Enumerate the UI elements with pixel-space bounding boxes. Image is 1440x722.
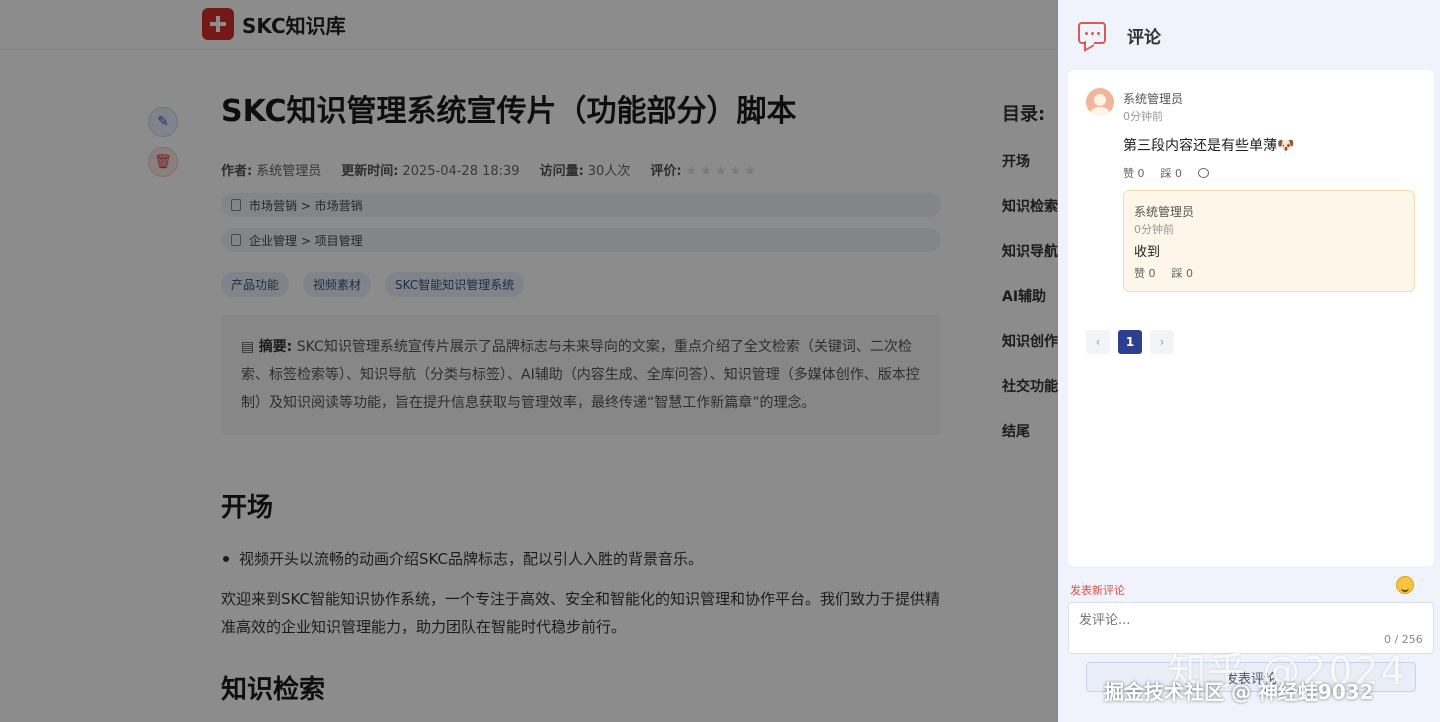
comment-actions: 赞 0 踩 0: [1123, 165, 1209, 181]
reply-item: 系统管理员 0分钟前 收到 赞 0 踩 0: [1123, 190, 1415, 292]
like-button[interactable]: 赞 0: [1123, 165, 1145, 181]
reply-actions: 赞 0 踩 0: [1134, 265, 1193, 281]
reply-time: 0分钟前: [1134, 223, 1174, 236]
reply-icon[interactable]: [1198, 168, 1209, 178]
dislike-button[interactable]: 踩 0: [1161, 165, 1183, 181]
comment-drawer: 评论 系统管理员 0分钟前 第三段内容还是有些单薄🐶 赞 0 踩 0 系统管理员…: [1058, 0, 1440, 722]
modal-overlay[interactable]: [0, 0, 1058, 722]
next-page-button[interactable]: ›: [1150, 330, 1174, 354]
comment-list: 系统管理员 0分钟前 第三段内容还是有些单薄🐶 赞 0 踩 0 系统管理员 0分…: [1068, 70, 1434, 566]
drawer-title: 评论: [1127, 28, 1161, 48]
like-button[interactable]: 赞 0: [1134, 265, 1156, 281]
comment-author: 系统管理员: [1123, 92, 1184, 106]
comment-time: 0分钟前: [1123, 110, 1163, 123]
drawer-header: 评论: [1058, 0, 1440, 68]
reply-text: 收到: [1134, 245, 1161, 260]
pagination: ‹ 1 ›: [1086, 330, 1174, 354]
comment-text: 第三段内容还是有些单薄🐶: [1123, 138, 1295, 154]
prev-page-button[interactable]: ‹: [1086, 330, 1110, 354]
dislike-button[interactable]: 踩 0: [1172, 265, 1194, 281]
reply-author: 系统管理员: [1134, 205, 1195, 219]
watermark: 掘金技术社区 @ 神经蛙9032: [1104, 680, 1374, 704]
page-button[interactable]: 1: [1118, 330, 1142, 354]
emoji-icon[interactable]: [1396, 576, 1414, 594]
comment-icon: [1078, 22, 1106, 44]
avatar: [1086, 88, 1114, 116]
new-comment-label: 发表新评论: [1070, 584, 1125, 597]
